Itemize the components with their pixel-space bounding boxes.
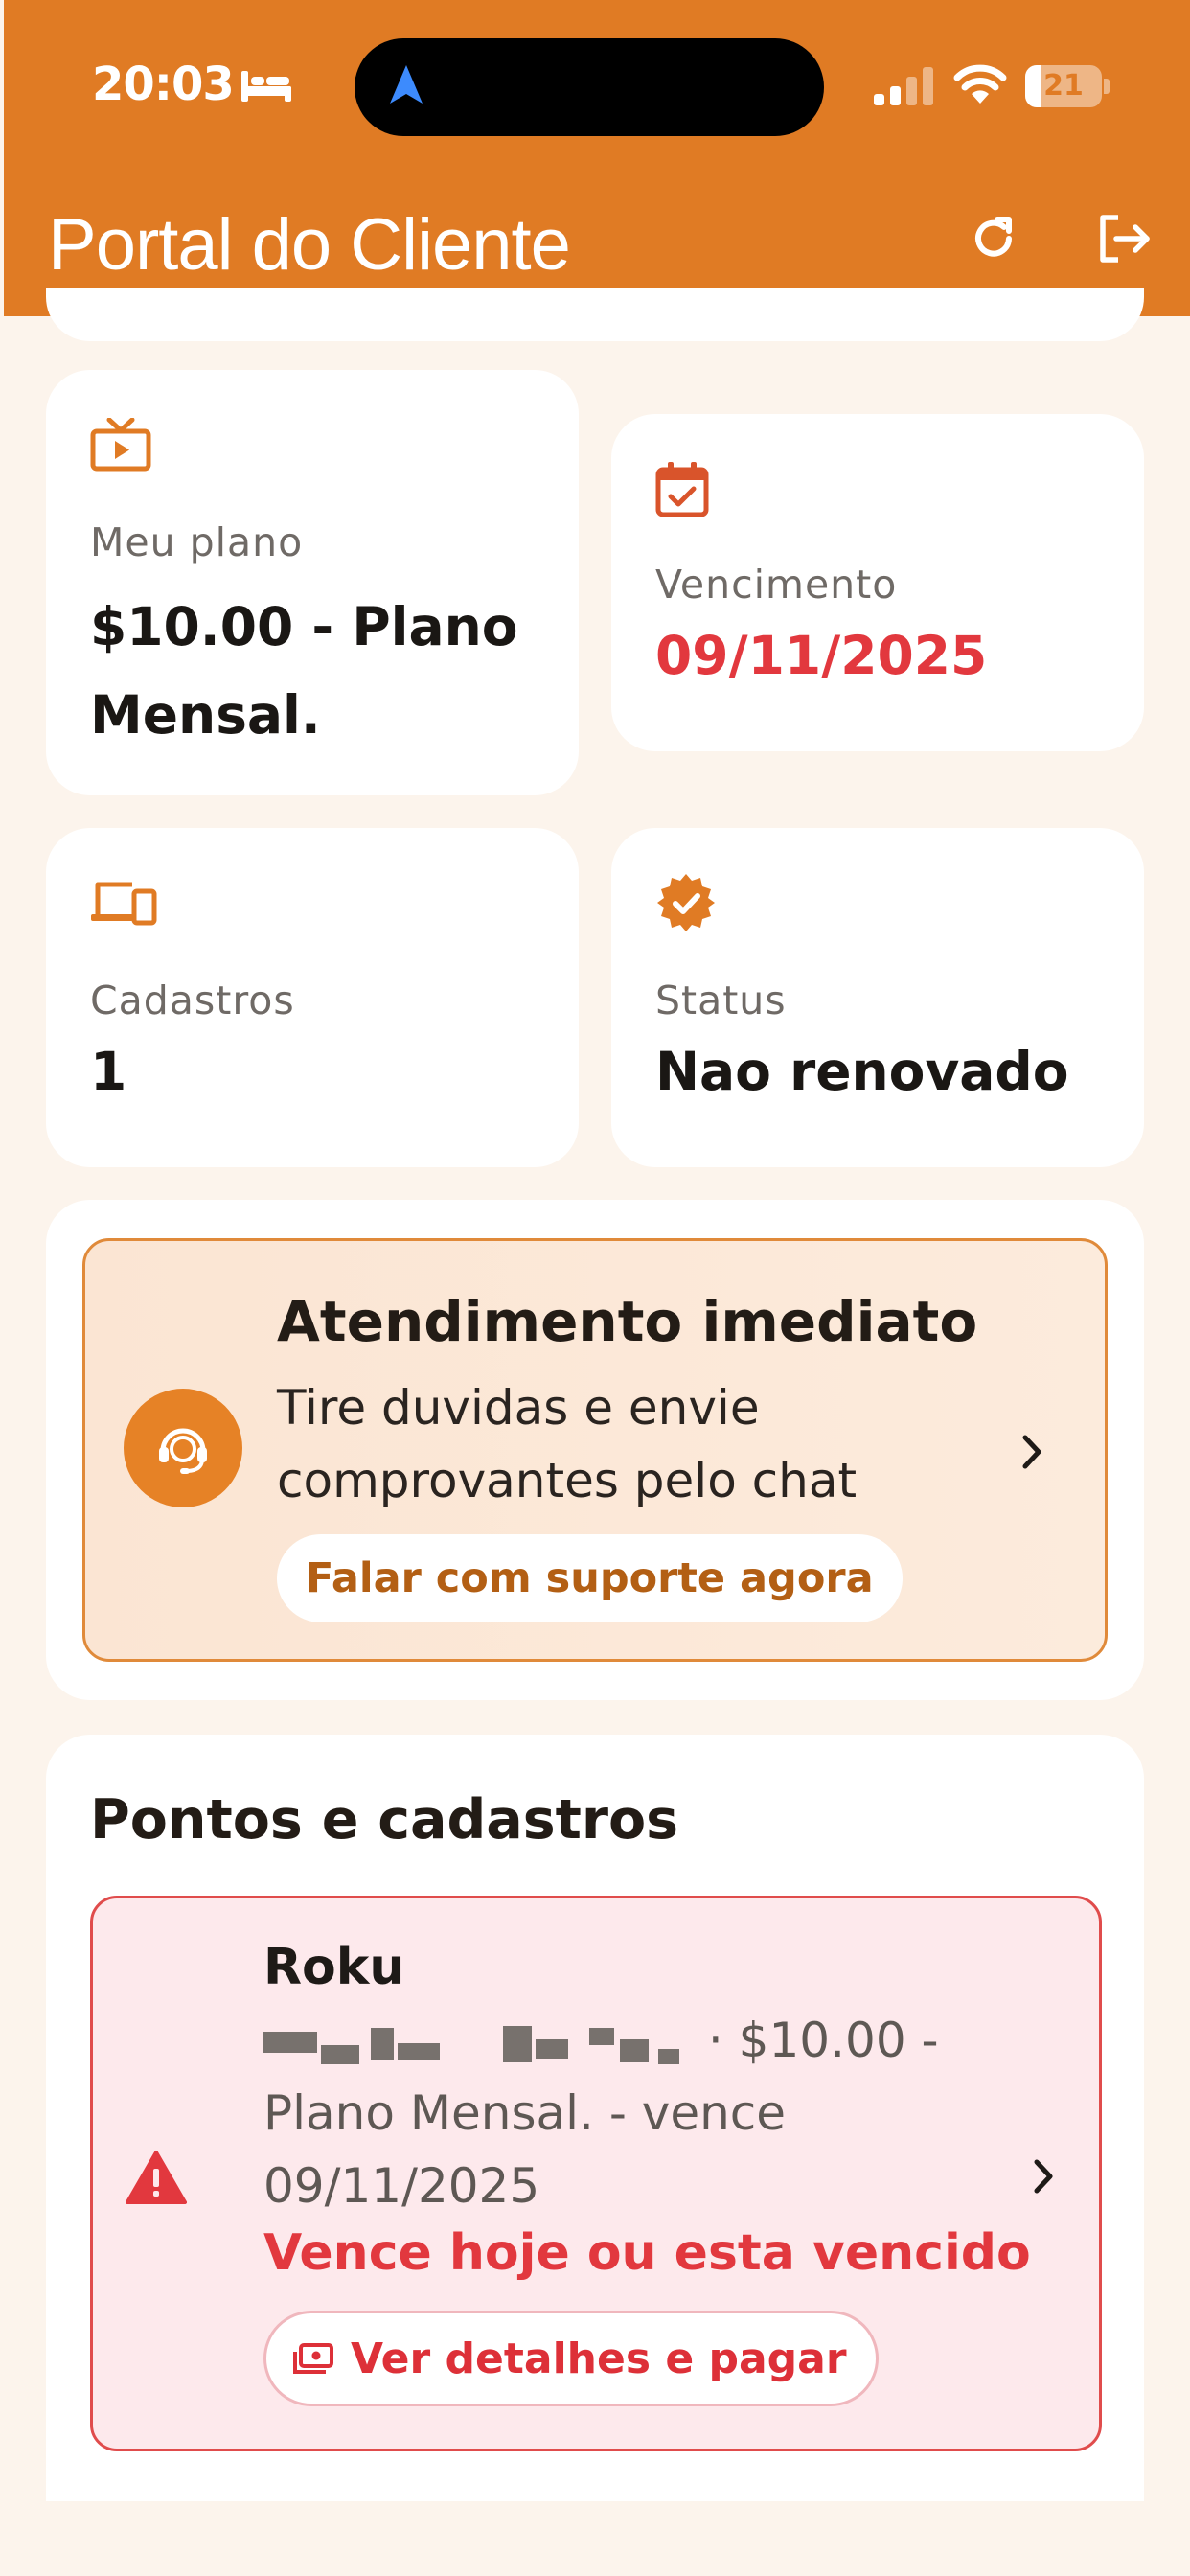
status-value: Nao renovado (655, 1041, 1069, 1102)
support-chat-banner[interactable]: Atendimento imediato Tire duvidas e envi… (82, 1238, 1108, 1662)
logout-icon (1100, 215, 1150, 263)
expiry-alert: Vence hoje ou esta vencido (263, 2224, 1031, 2282)
page-title: Portal do Cliente (48, 204, 571, 286)
payment-icon (293, 2343, 333, 2374)
previous-card (46, 288, 1144, 341)
support-description: Tire duvidas e envie comprovantes pelo c… (277, 1380, 858, 1508)
dynamic-island (355, 38, 824, 136)
status-card[interactable]: Status Nao renovado (611, 828, 1144, 1167)
due-date-label: Vencimento (655, 562, 898, 608)
calendar-check-icon (655, 462, 709, 518)
device-description: · $10.00 - Plano Mensal. - vence 09/11/2… (263, 2004, 953, 2222)
refresh-button[interactable] (960, 205, 1027, 272)
cellular-signal-icon (874, 67, 933, 105)
verified-badge-icon (657, 874, 715, 932)
chevron-right-icon (1022, 1435, 1041, 1469)
talk-to-support-button[interactable]: Falar com suporte agora (277, 1534, 903, 1622)
view-details-pay-label: Ver detalhes e pagar (351, 2334, 847, 2383)
navigation-arrow-icon (390, 65, 423, 104)
warning-icon (126, 2150, 187, 2204)
redacted-text (263, 2022, 693, 2066)
battery-indicator: 21 (1025, 65, 1110, 107)
refresh-icon (975, 217, 1012, 257)
support-section: Atendimento imediato Tire duvidas e envi… (46, 1200, 1144, 1700)
plan-label: Meu plano (90, 519, 304, 565)
sleep-focus-icon (241, 71, 291, 102)
device-name: Roku (263, 1939, 405, 1996)
registrations-card[interactable]: Cadastros 1 (46, 828, 579, 1167)
chevron-right-icon (1034, 2159, 1053, 2194)
points-section: Pontos e cadastros Roku · $10.00 - Plano… (46, 1735, 1144, 2501)
plan-value: $10.00 - Plano Mensal. (90, 596, 518, 746)
device-item[interactable]: Roku · $10.00 - Plano Mensal. - vence 09… (90, 1896, 1102, 2451)
wifi-icon (953, 64, 1007, 104)
devices-icon (91, 882, 157, 926)
support-avatar (124, 1389, 242, 1507)
registrations-value: 1 (90, 1041, 127, 1102)
section-title: Pontos e cadastros (90, 1788, 679, 1852)
due-date-card[interactable]: Vencimento 09/11/2025 (611, 414, 1144, 751)
logout-button[interactable] (1090, 205, 1157, 272)
plan-card[interactable]: Meu plano $10.00 - Plano Mensal. (46, 370, 579, 795)
due-date-value: 09/11/2025 (655, 625, 988, 686)
status-label: Status (655, 978, 787, 1024)
app-header: 20:03 21 Portal do Cliente (4, 0, 1190, 316)
status-time: 20:03 (92, 58, 235, 111)
battery-percent: 21 (1043, 69, 1084, 103)
registrations-label: Cadastros (90, 978, 295, 1024)
view-details-pay-button[interactable]: Ver detalhes e pagar (263, 2311, 879, 2406)
status-bar: 20:03 21 (4, 0, 1190, 172)
support-agent-icon (159, 1428, 207, 1474)
support-title: Atendimento imediato (277, 1289, 978, 1354)
tv-icon (90, 418, 151, 472)
